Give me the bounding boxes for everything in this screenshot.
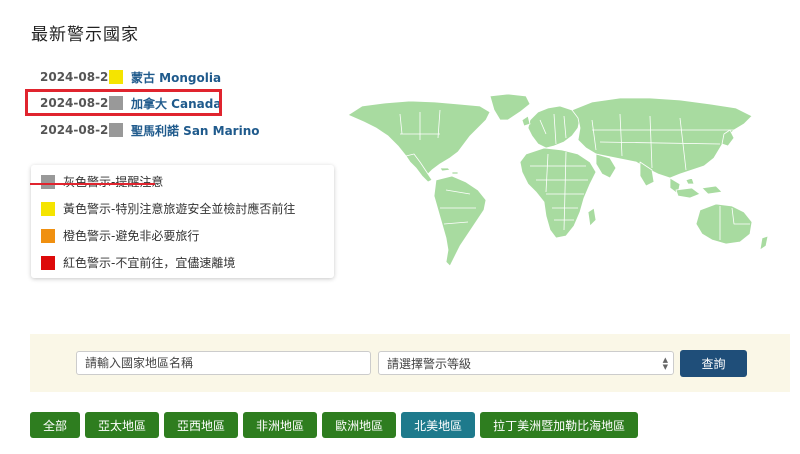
chevron-updown-icon: ▲ ▼ (662, 356, 668, 371)
alert-date: 2024-08-20 (40, 123, 117, 137)
country-search-input[interactable] (76, 351, 371, 375)
legend-label: 黃色警示-特別注意旅遊安全並檢討應否前往 (63, 202, 296, 216)
legend-item-gray: 灰色警示-提醒注意 (41, 173, 163, 190)
legend-label: 橙色警示-避免非必要旅行 (63, 229, 200, 243)
legend-item-orange: 橙色警示-避免非必要旅行 (41, 227, 199, 244)
europe-region (527, 105, 581, 149)
level-indicator-icon (109, 70, 123, 84)
region-button-latin-america[interactable]: 拉丁美洲暨加勒比海地區 (480, 412, 639, 438)
select-value: 請選擇警示等級 (387, 356, 472, 371)
south-america-region (433, 175, 487, 267)
highlight-annotation (25, 89, 222, 116)
region-button-all[interactable]: 全部 (30, 412, 81, 438)
search-bar: 請選擇警示等級 ▲▼ 查詢 (30, 334, 790, 392)
region-button-africa[interactable]: 非洲地區 (243, 412, 318, 438)
alert-date: 2024-08-21 (40, 70, 117, 84)
highlight-underline (30, 183, 155, 185)
region-button-west-asia[interactable]: 亞西地區 (164, 412, 239, 438)
region-button-asia-pacific[interactable]: 亞太地區 (85, 412, 160, 438)
alert-country-link[interactable]: 聖馬利諾 San Marino (131, 122, 260, 139)
alert-item[interactable]: 2024-08-21 蒙古 Mongolia (40, 67, 221, 87)
legend-panel: 灰色警示-提醒注意 黃色警示-特別注意旅遊安全並檢討應否前往 橙色警示-避免非必… (31, 165, 334, 278)
warning-level-select[interactable]: 請選擇警示等級 ▲ ▼ (378, 351, 674, 375)
world-map[interactable] (340, 90, 786, 272)
query-button[interactable]: 查詢 (680, 350, 747, 377)
legend-label: 紅色警示-不宜前往，宜儘速離境 (63, 256, 236, 270)
africa-region (519, 147, 597, 239)
red-square-icon (41, 255, 55, 270)
legend-item-red: 紅色警示-不宜前往，宜儘速離境 (41, 254, 235, 271)
yellow-square-icon (41, 201, 55, 216)
orange-square-icon (41, 228, 55, 243)
gray-square-icon (41, 174, 55, 189)
alert-country-link[interactable]: 蒙古 Mongolia (131, 69, 221, 86)
region-button-europe[interactable]: 歐洲地區 (322, 412, 397, 438)
level-indicator-icon (109, 123, 123, 137)
alert-item[interactable]: 2024-08-20 聖馬利諾 San Marino (40, 120, 260, 140)
legend-item-yellow: 黃色警示-特別注意旅遊安全並檢討應否前往 (41, 200, 295, 217)
region-filter-bar: 全部 亞太地區 亞西地區 非洲地區 歐洲地區 北美地區 拉丁美洲暨加勒比海地區 (30, 412, 639, 438)
legend-label: 灰色警示-提醒注意 (63, 175, 164, 189)
region-button-north-america[interactable]: 北美地區 (401, 412, 476, 438)
page-title: 最新警示國家 (31, 25, 139, 45)
greenland-region (489, 93, 531, 121)
